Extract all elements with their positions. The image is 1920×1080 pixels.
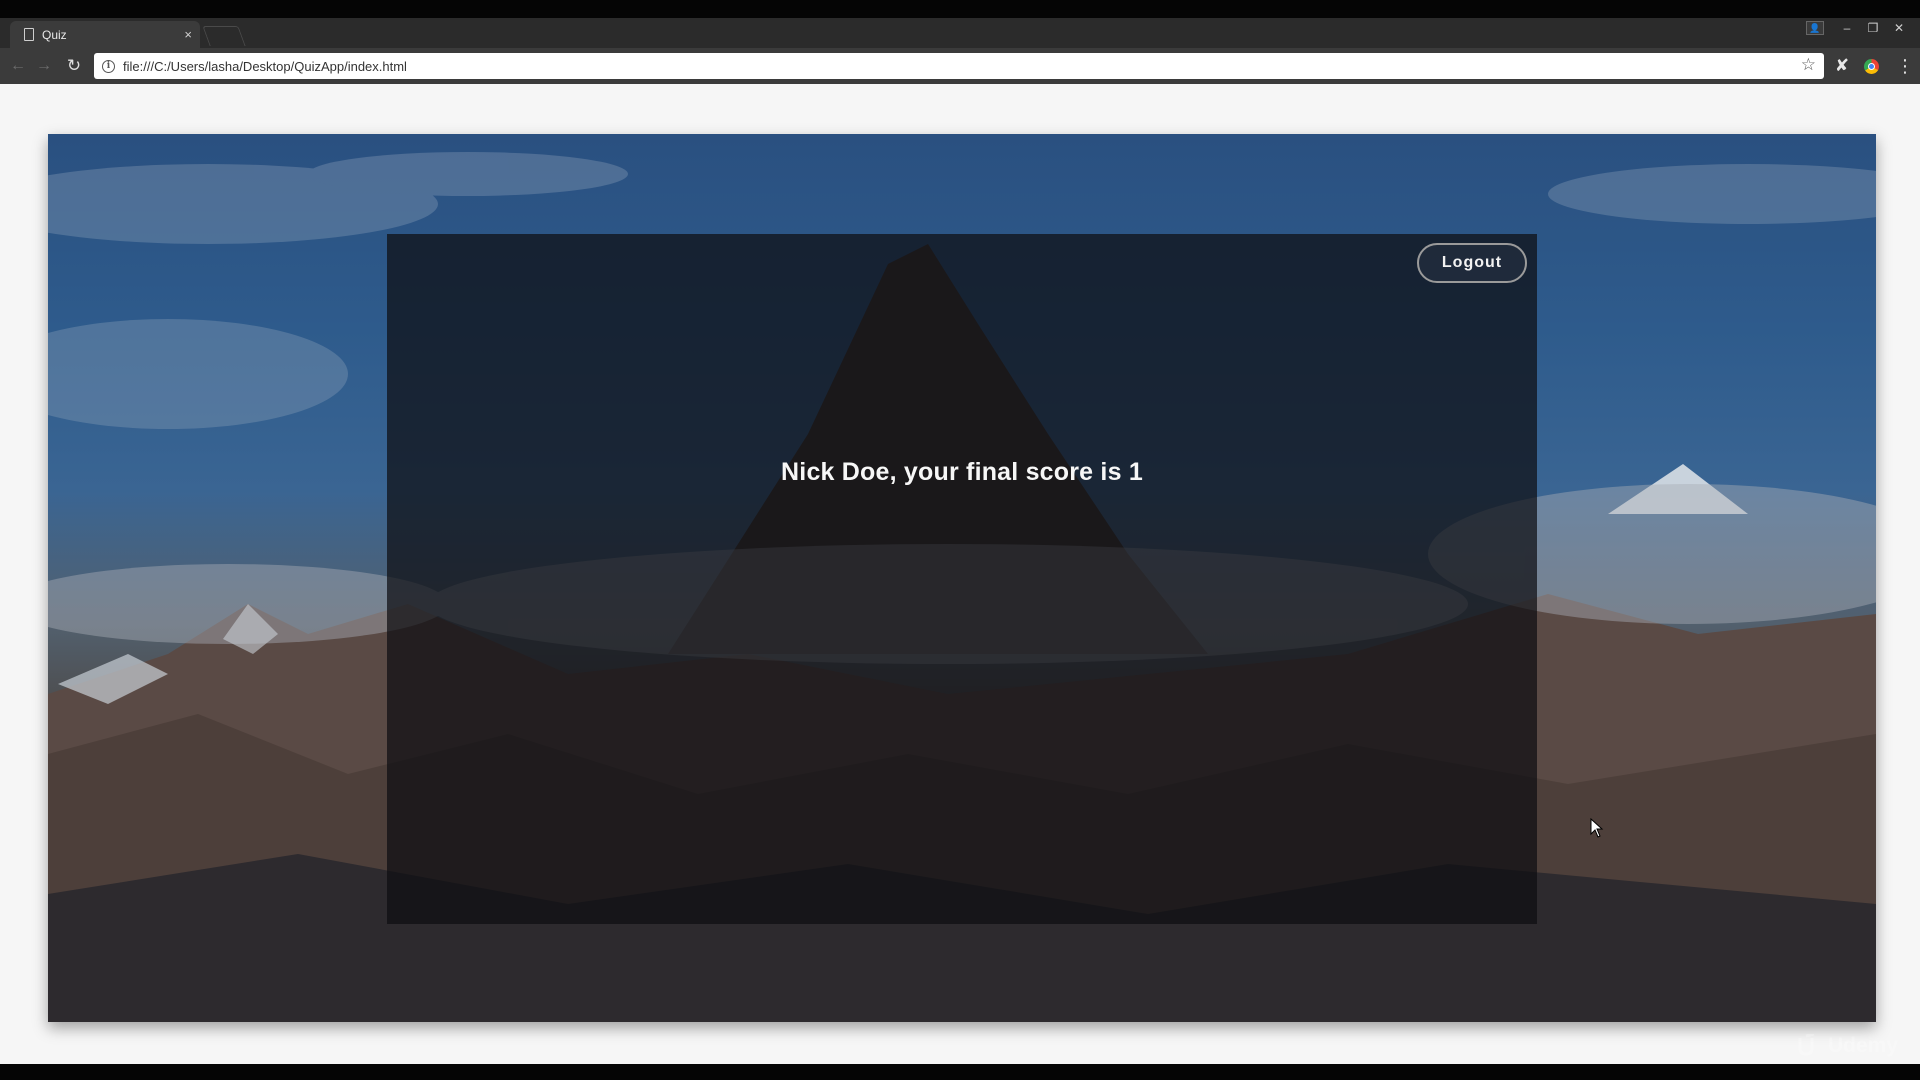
udemy-logo-icon bbox=[1798, 1034, 1815, 1056]
logout-button[interactable]: Logout bbox=[1417, 243, 1527, 283]
profile-icon[interactable]: 👤 bbox=[1806, 21, 1824, 35]
video-letterbox-top bbox=[0, 0, 1920, 18]
browser-menu-icon[interactable]: ⋮ bbox=[1896, 56, 1914, 76]
chrome-extension-icon[interactable] bbox=[1864, 59, 1879, 74]
window-close-icon[interactable]: ✕ bbox=[1888, 18, 1910, 38]
extension-icon[interactable]: ✘ bbox=[1832, 56, 1852, 76]
info-icon[interactable]: i bbox=[102, 59, 115, 73]
minimize-icon[interactable]: – bbox=[1836, 18, 1858, 38]
document-icon bbox=[24, 28, 34, 41]
udemy-watermark: Udemy bbox=[1796, 1034, 1898, 1058]
mouse-cursor-icon bbox=[1590, 818, 1604, 838]
mountain-hero-background: Logout Nick Doe, your final score is 1 bbox=[48, 134, 1876, 1022]
browser-toolbar: ← → ↻ i file:///C:/Users/lasha/Desktop/Q… bbox=[0, 48, 1920, 84]
bookmark-star-icon[interactable]: ☆ bbox=[1801, 55, 1816, 75]
quiz-result-card: Logout Nick Doe, your final score is 1 bbox=[387, 234, 1604, 924]
reload-icon[interactable]: ↻ bbox=[64, 56, 84, 76]
watermark-text: Udemy bbox=[1828, 1034, 1899, 1057]
video-letterbox-bottom bbox=[0, 1064, 1920, 1080]
back-arrow-icon[interactable]: ← bbox=[8, 56, 28, 76]
forward-arrow-icon[interactable]: → bbox=[34, 56, 54, 76]
window-controls: 👤 – ❐ ✕ bbox=[1806, 18, 1910, 38]
new-tab-button[interactable] bbox=[202, 26, 246, 46]
url-text[interactable]: file:///C:/Users/lasha/Desktop/QuizApp/i… bbox=[123, 59, 407, 74]
page-viewport: Logout Nick Doe, your final score is 1 bbox=[0, 84, 1920, 1064]
restore-icon[interactable]: ❐ bbox=[1862, 18, 1884, 38]
final-score-message: Nick Doe, your final score is 1 bbox=[781, 458, 1143, 486]
browser-tabstrip: Quiz × bbox=[0, 18, 1920, 48]
address-bar[interactable]: i file:///C:/Users/lasha/Desktop/QuizApp… bbox=[94, 53, 1824, 79]
tab-close-icon[interactable]: × bbox=[184, 27, 192, 42]
tab-title: Quiz bbox=[42, 27, 67, 42]
browser-tab-quiz[interactable]: Quiz × bbox=[10, 21, 200, 48]
